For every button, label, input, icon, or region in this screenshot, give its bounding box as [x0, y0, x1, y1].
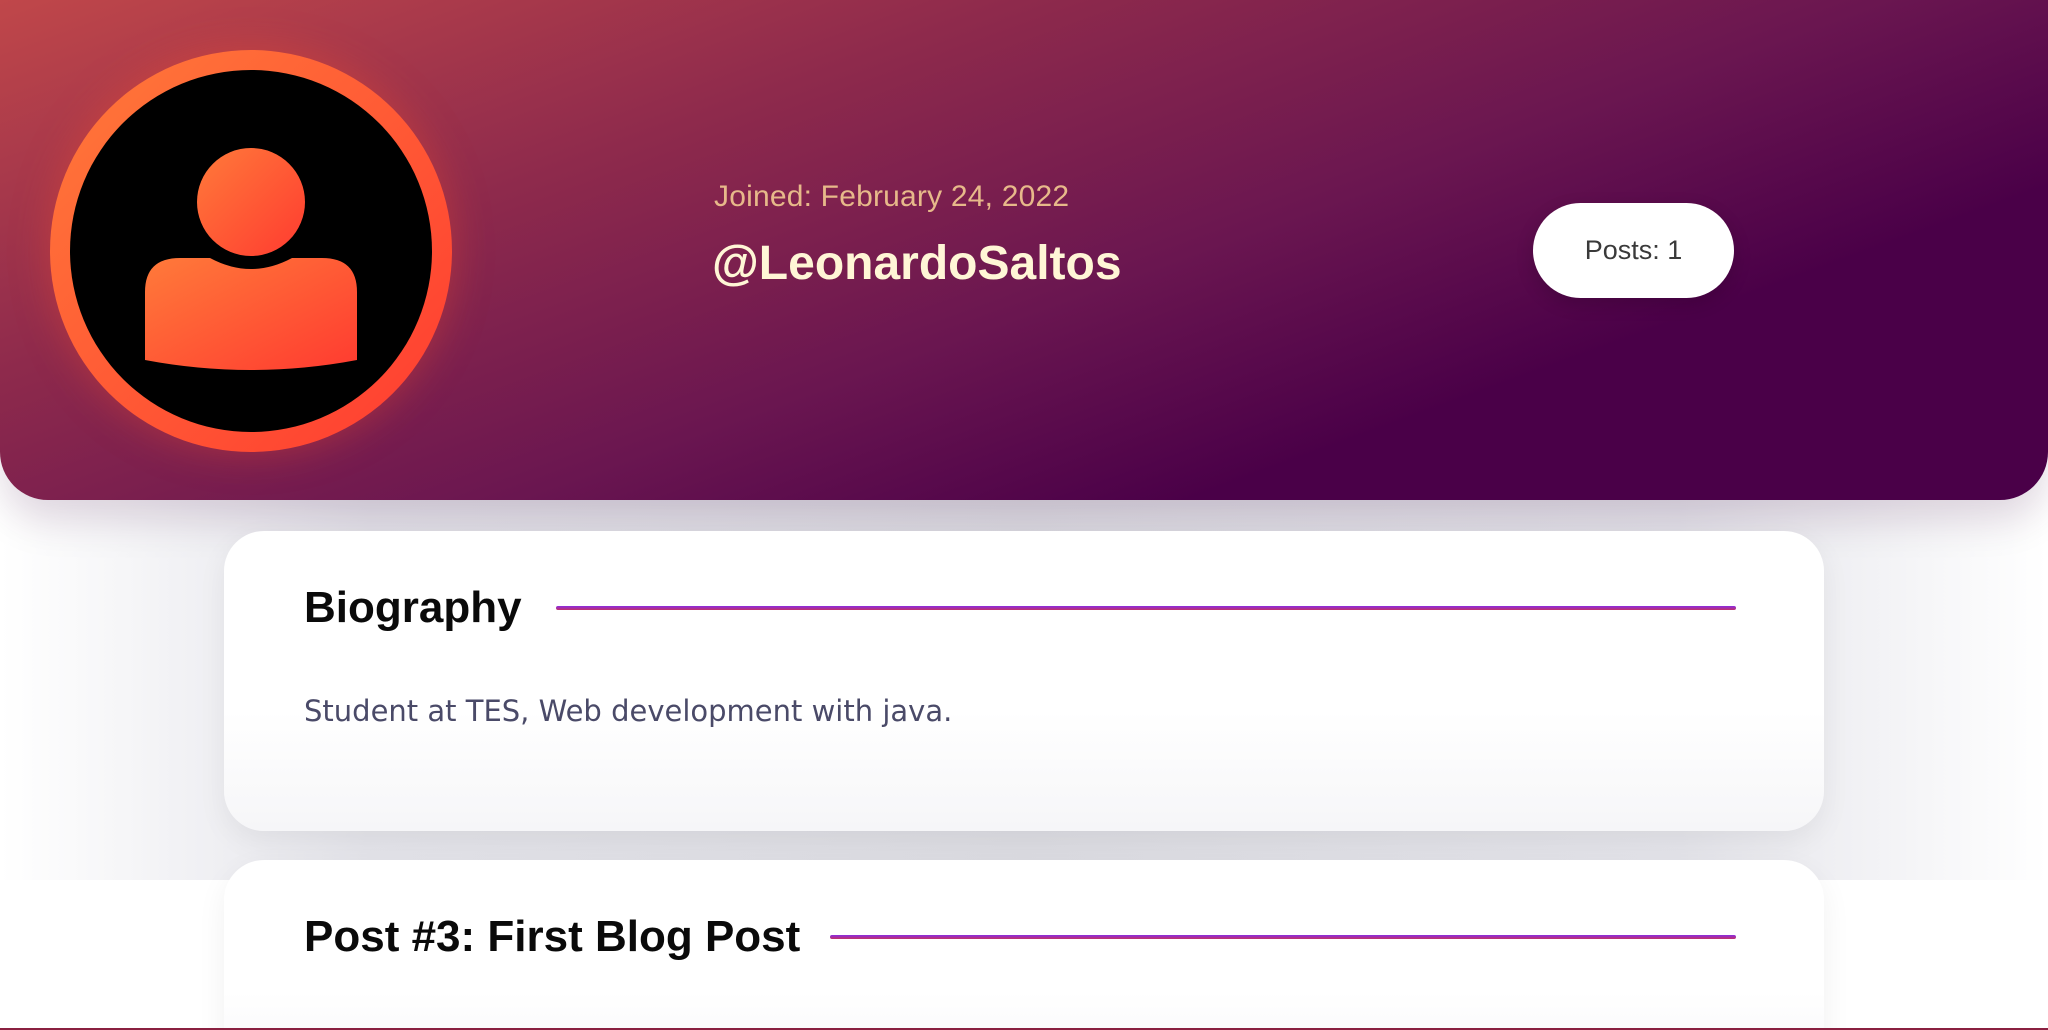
- profile-page: Joined: February 24, 2022 @LeonardoSalto…: [0, 0, 2048, 1030]
- user-silhouette-icon: [145, 148, 357, 370]
- profile-header: Joined: February 24, 2022 @LeonardoSalto…: [0, 0, 2048, 500]
- post-title[interactable]: Post #3: First Blog Post: [304, 912, 800, 962]
- biography-text: Student at TES, Web development with jav…: [304, 694, 953, 728]
- biography-card: Biography Student at TES, Web developmen…: [224, 531, 1824, 831]
- title-divider: [556, 606, 1736, 610]
- biography-title: Biography: [304, 583, 522, 632]
- username: @LeonardoSaltos: [712, 237, 1122, 290]
- avatar[interactable]: [50, 50, 452, 452]
- joined-date: Joined: February 24, 2022: [714, 180, 1070, 213]
- avatar-frame: [70, 70, 432, 432]
- post-card[interactable]: Post #3: First Blog Post: [224, 860, 1824, 1030]
- title-divider: [830, 935, 1736, 939]
- posts-count-badge[interactable]: Posts: 1: [1533, 203, 1734, 298]
